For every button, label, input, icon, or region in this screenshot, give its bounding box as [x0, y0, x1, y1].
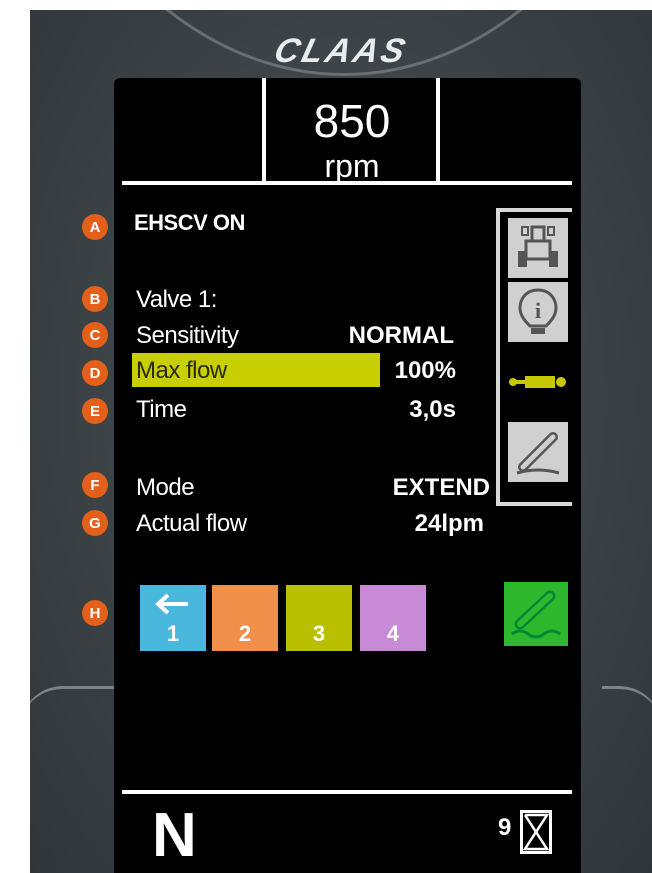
- engine-rpm-value: 850: [313, 95, 391, 147]
- hour-counter: 9: [498, 814, 512, 841]
- valve-number-4: 4: [386, 621, 400, 646]
- marker-h: H: [82, 600, 108, 626]
- gear-indicator: N: [152, 801, 197, 870]
- marker-f: F: [82, 472, 108, 498]
- header-separator: [122, 181, 572, 185]
- loader-arm-wave-icon: [511, 590, 561, 639]
- marker-a: A: [82, 214, 108, 240]
- engine-rpm-unit: rpm: [324, 148, 380, 184]
- sensitivity-value[interactable]: NORMAL: [314, 322, 454, 350]
- valve-number-1: 1: [166, 621, 180, 646]
- marker-b: B: [82, 286, 108, 312]
- loader-arm-icon[interactable]: [508, 422, 568, 482]
- marker-c: C: [82, 322, 108, 348]
- valve-button-2[interactable]: 2: [212, 585, 278, 651]
- loader-function-button[interactable]: [504, 582, 568, 646]
- valve-number-3: 3: [312, 621, 326, 646]
- actual-flow-label: Actual flow: [136, 510, 247, 537]
- time-value[interactable]: 3,0s: [344, 396, 456, 424]
- valve-button-4[interactable]: 4: [360, 585, 426, 651]
- footer-separator: [122, 790, 572, 794]
- info-bulb-icon[interactable]: i: [508, 282, 568, 342]
- marker-d: D: [82, 360, 108, 386]
- hourglass-icon: [520, 810, 552, 854]
- valve-button-1[interactable]: 1: [140, 585, 206, 651]
- marker-g: G: [82, 510, 108, 536]
- time-label: Time: [136, 396, 187, 423]
- hydraulic-cylinder-icon[interactable]: [508, 352, 568, 412]
- ehscv-status: EHSCV ON: [134, 210, 245, 235]
- marker-e: E: [82, 398, 108, 424]
- actual-flow-value: 24lpm: [414, 510, 484, 537]
- valve-number-2: 2: [238, 621, 252, 646]
- max-flow-label[interactable]: Max flow: [136, 357, 227, 385]
- side-menu-panel: i: [496, 208, 572, 506]
- mode-label: Mode: [136, 474, 195, 501]
- svg-text:i: i: [535, 298, 541, 323]
- tractor-icon[interactable]: [508, 218, 568, 278]
- max-flow-value[interactable]: 100%: [344, 357, 456, 385]
- valve-button-3[interactable]: 3: [286, 585, 352, 651]
- mode-value[interactable]: EXTEND: [344, 474, 490, 502]
- valve-title: Valve 1:: [136, 286, 217, 313]
- arrow-left-icon: [155, 593, 188, 615]
- bezel-arc-right: [602, 686, 652, 729]
- brand-logo: CLAAS: [270, 32, 412, 70]
- terminal-screen: 850 rpm EHSCV ON Valve 1: Sensitivity NO…: [114, 78, 581, 873]
- bezel-arc-left: [30, 686, 120, 729]
- sensitivity-label: Sensitivity: [136, 322, 239, 349]
